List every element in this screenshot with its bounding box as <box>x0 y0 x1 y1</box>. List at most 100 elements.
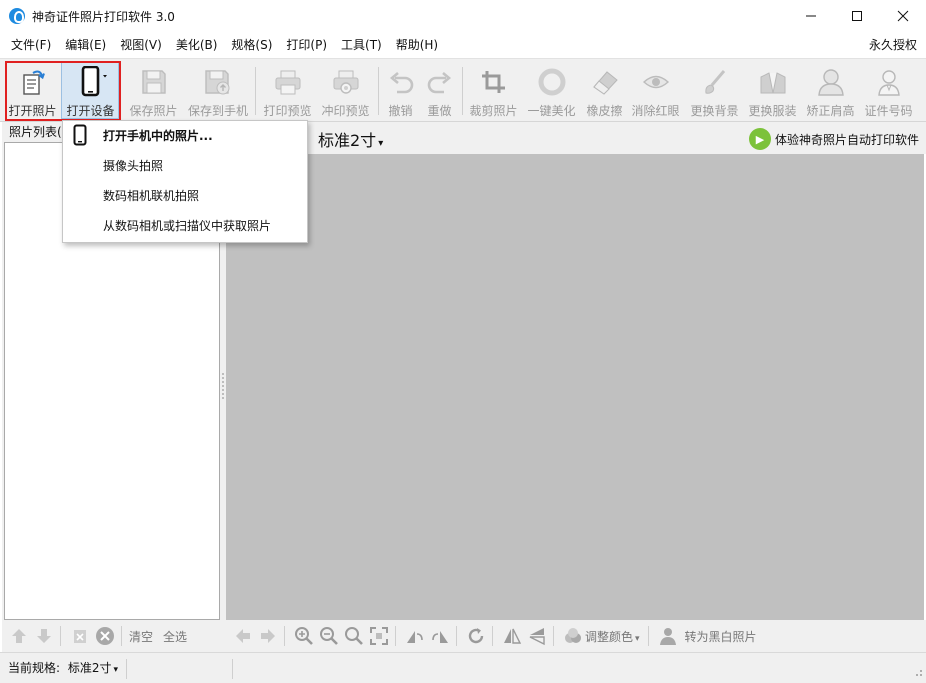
fit-screen-icon[interactable] <box>368 625 390 647</box>
develop-preview-label: 冲印预览 <box>321 104 370 118</box>
remove-redeye-button[interactable]: 消除红眼 <box>627 63 684 119</box>
current-spec-label: 当前规格: <box>8 661 61 675</box>
develop-preview-button[interactable]: 冲印预览 <box>317 63 374 119</box>
dropdown-arrow-icon: ▾ <box>378 138 384 149</box>
person-icon <box>657 625 679 647</box>
remove-redeye-label: 消除红眼 <box>631 104 680 118</box>
status-divider <box>232 659 233 679</box>
license-status[interactable]: 永久授权 <box>869 32 917 58</box>
app-logo-icon <box>9 8 25 24</box>
zoom-in-icon[interactable] <box>293 625 315 647</box>
dropdown-item-label: 从数码相机或扫描仪中获取照片 <box>103 219 272 233</box>
id-number-button[interactable]: 证件号码 <box>860 63 917 119</box>
menu-beautify[interactable]: 美化(B) <box>169 32 225 58</box>
spec-selector-value: 标准2寸 <box>318 131 377 150</box>
change-clothes-button[interactable]: 更换服装 <box>744 63 801 119</box>
dropdown-item-label: 数码相机联机拍照 <box>103 189 200 203</box>
save-photo-label: 保存照片 <box>129 104 178 118</box>
photo-canvas[interactable] <box>226 154 924 620</box>
image-toolbar: 调整颜色 ▾ 转为黑白照片 <box>226 620 926 652</box>
eraser-button[interactable]: 橡皮擦 <box>576 63 633 119</box>
save-photo-button[interactable]: 保存照片 <box>125 63 182 119</box>
menu-file[interactable]: 文件(F) <box>4 32 58 58</box>
shoulder-icon <box>817 69 844 96</box>
eye-icon <box>642 75 669 89</box>
menu-help[interactable]: 帮助(H) <box>389 32 445 58</box>
separator <box>456 626 457 646</box>
print-preview-button[interactable]: 打印预览 <box>259 63 316 119</box>
select-all-button[interactable]: 全选 <box>163 628 187 645</box>
spec-selector[interactable]: 标准2寸 ▾ <box>318 127 383 151</box>
flip-horizontal-icon[interactable] <box>501 625 523 647</box>
crop-icon <box>481 71 505 93</box>
refresh-icon[interactable] <box>465 625 487 647</box>
person-id-icon <box>877 70 900 96</box>
eraser-icon <box>592 71 618 95</box>
next-arrow-icon[interactable] <box>257 625 279 647</box>
redo-button[interactable]: 重做 <box>411 63 468 119</box>
move-up-icon[interactable] <box>8 625 30 647</box>
main-toolbar: 打开照片 打开设备 保存照片 保存到手机 打印预览 冲印预览 撤销 重做 裁剪照… <box>0 58 926 122</box>
separator <box>647 626 649 646</box>
remove-icon[interactable] <box>94 625 116 647</box>
id-number-label: 证件号码 <box>864 104 913 118</box>
save-to-phone-icon <box>205 70 230 95</box>
clear-button[interactable]: 清空 <box>129 628 153 645</box>
current-spec-value: 标准2寸 <box>67 661 112 675</box>
status-bar: 当前规格: 标准2寸 ▾ <box>0 652 926 683</box>
to-bw-button[interactable]: 转为黑白照片 <box>685 628 757 645</box>
resize-grip-icon[interactable] <box>913 666 923 680</box>
dropdown-item-open-phone-photo[interactable]: 打开手机中的照片... <box>63 121 307 151</box>
separator <box>553 626 554 646</box>
save-to-phone-label: 保存到手机 <box>187 104 248 118</box>
zoom-actual-icon[interactable] <box>343 625 365 647</box>
splitter-grip <box>222 372 224 400</box>
dropdown-arrow-icon: ▾ <box>635 633 640 644</box>
menu-spec[interactable]: 规格(S) <box>224 32 279 58</box>
brush-icon <box>704 70 725 94</box>
current-spec-status[interactable]: 当前规格: 标准2寸 ▾ <box>0 653 118 683</box>
adjust-color-label: 调整颜色 <box>585 629 634 644</box>
menu-print[interactable]: 打印(P) <box>279 32 334 58</box>
undo-label: 撤销 <box>388 104 413 118</box>
one-click-beautify-button[interactable]: 一键美化 <box>523 63 580 119</box>
print-preview-label: 打印预览 <box>263 104 312 118</box>
separator <box>395 626 396 646</box>
prev-arrow-icon[interactable] <box>232 625 254 647</box>
adjust-color-icon[interactable] <box>562 625 584 647</box>
eraser-label: 橡皮擦 <box>586 104 623 118</box>
beautify-icon <box>538 68 565 96</box>
redo-label: 重做 <box>427 104 452 118</box>
rotate-right-icon[interactable] <box>429 625 451 647</box>
suit-icon <box>760 72 785 94</box>
highlight-box <box>5 61 121 121</box>
minimize-button[interactable] <box>788 0 834 32</box>
maximize-button[interactable] <box>834 0 880 32</box>
promo-link[interactable]: ▶ 体验神奇照片自动打印软件 <box>748 128 919 150</box>
flip-vertical-icon[interactable] <box>526 625 548 647</box>
open-device-dropdown: 打开手机中的照片... 摄像头拍照 数码相机联机拍照 从数码相机或扫描仪中获取照… <box>62 120 308 243</box>
dropdown-item-scanner[interactable]: 从数码相机或扫描仪中获取照片 <box>63 211 307 241</box>
menu-tools[interactable]: 工具(T) <box>334 32 389 58</box>
menu-edit[interactable]: 编辑(E) <box>58 32 113 58</box>
correct-shoulder-button[interactable]: 矫正肩高 <box>802 63 859 119</box>
develop-print-icon <box>333 70 358 94</box>
crop-button[interactable]: 裁剪照片 <box>465 63 522 119</box>
move-down-icon[interactable] <box>33 625 55 647</box>
spec-bar: 标准2寸 ▾ ▶ 体验神奇照片自动打印软件 <box>226 122 926 154</box>
save-to-phone-button[interactable]: 保存到手机 <box>186 63 250 119</box>
zoom-out-icon[interactable] <box>318 625 340 647</box>
separator <box>284 626 285 646</box>
dropdown-item-camera[interactable]: 摄像头拍照 <box>63 151 307 181</box>
window-controls <box>788 0 926 32</box>
rotate-left-icon[interactable] <box>404 625 426 647</box>
change-background-button[interactable]: 更换背景 <box>686 63 743 119</box>
dropdown-item-tethered-camera[interactable]: 数码相机联机拍照 <box>63 181 307 211</box>
menu-bar: 文件(F) 编辑(E) 视图(V) 美化(B) 规格(S) 打印(P) 工具(T… <box>0 32 926 58</box>
change-background-label: 更换背景 <box>690 104 739 118</box>
delete-photo-icon[interactable] <box>69 625 91 647</box>
menu-view[interactable]: 视图(V) <box>113 32 169 58</box>
adjust-color-button[interactable]: 调整颜色 ▾ <box>585 628 640 645</box>
close-button[interactable] <box>880 0 926 32</box>
separator <box>492 626 493 646</box>
